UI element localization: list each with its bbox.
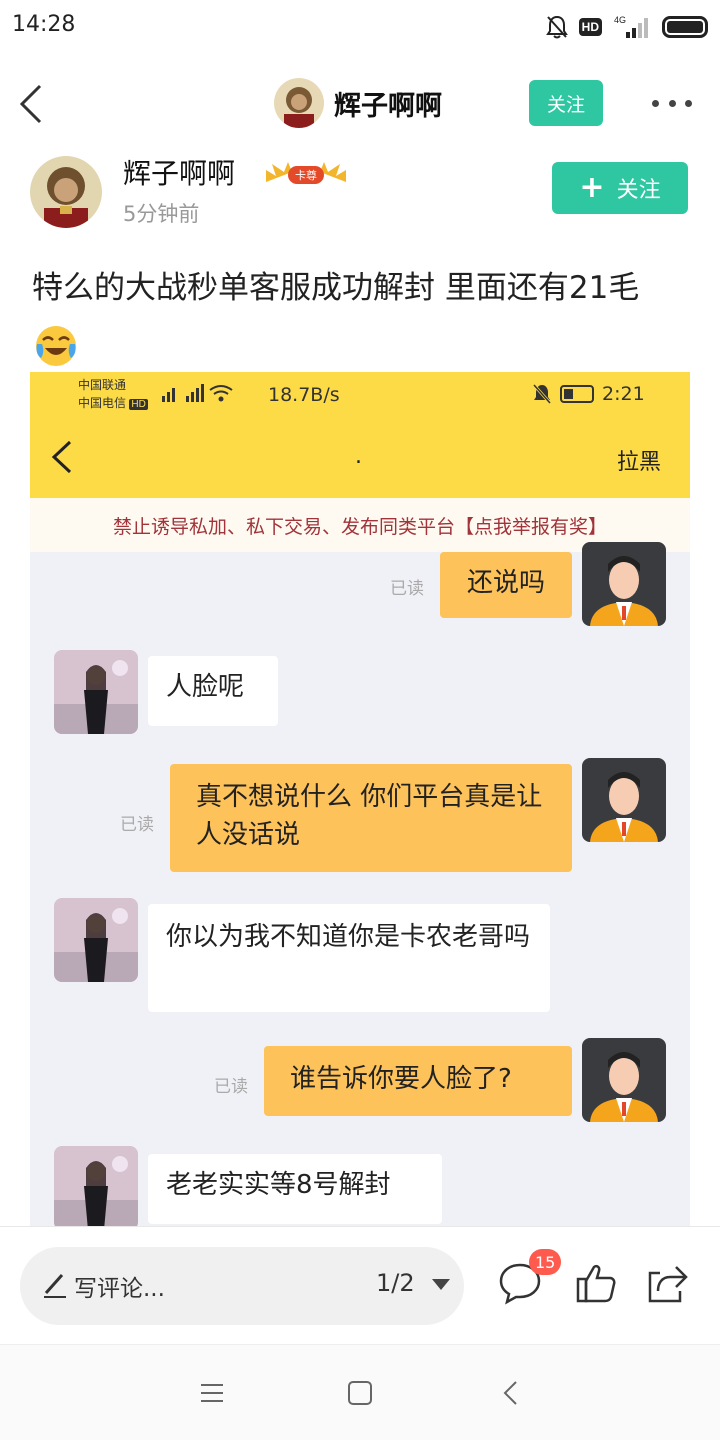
chat-back-icon	[51, 440, 72, 474]
post-time: 5分钟前	[123, 202, 200, 226]
mute-icon	[545, 15, 568, 39]
message-bubble-sent: 真不想说什么 你们平台真是让人没话说	[170, 764, 572, 872]
contact-avatar	[54, 650, 138, 734]
my-avatar	[582, 758, 666, 842]
follow-label: 关注	[616, 178, 661, 203]
read-status: 已读	[214, 1077, 248, 1097]
laughing-crying-emoji-icon	[36, 326, 76, 366]
author-name[interactable]: 辉子啊啊	[123, 152, 235, 192]
page-indicator[interactable]: 1/2	[376, 1269, 415, 1297]
signal-wifi-icon	[162, 384, 233, 402]
menu-icon[interactable]	[198, 1379, 226, 1407]
like-icon[interactable]	[572, 1259, 620, 1307]
contact-avatar	[54, 898, 138, 982]
contact-avatar	[54, 1146, 138, 1227]
network-speed: 18.7B/s	[268, 384, 340, 406]
header-title: 辉子啊啊	[334, 91, 442, 122]
header-avatar[interactable]	[274, 78, 324, 128]
system-navigation-bar	[0, 1344, 720, 1440]
svg-text:4G: 4G	[614, 15, 626, 25]
header-follow-button[interactable]: 关注	[529, 80, 603, 126]
follow-button[interactable]: + 关注	[552, 162, 688, 214]
back-arrow-icon[interactable]	[14, 82, 54, 126]
read-status: 已读	[390, 579, 424, 599]
block-button: 拉黑	[617, 450, 662, 475]
message-bubble-received: 你以为我不知道你是卡农老哥吗	[148, 904, 550, 1012]
share-icon[interactable]	[644, 1259, 692, 1307]
my-avatar	[582, 1038, 666, 1122]
read-status: 已读	[120, 815, 154, 835]
signal-4g-icon: 4G	[614, 15, 648, 38]
status-time: 14:28	[12, 12, 76, 37]
back-icon[interactable]	[498, 1379, 526, 1407]
home-icon[interactable]	[346, 1379, 374, 1407]
dropdown-triangle-icon[interactable]	[432, 1279, 450, 1290]
message-bubble-received: 老老实实等8号解封	[148, 1154, 442, 1224]
message-bubble-sent: 还说吗	[440, 552, 572, 618]
author-avatar[interactable]	[30, 156, 102, 228]
mute-icon	[532, 384, 552, 404]
hd-icon: HD	[578, 18, 602, 36]
chat-status-time: 2:21	[602, 383, 645, 405]
comment-input[interactable]: 写评论... 1/2	[20, 1247, 464, 1325]
chat-title: .	[355, 444, 362, 469]
my-avatar	[582, 542, 666, 626]
post-image-chat-screenshot[interactable]: 中国联通 中国电信 HD 18.7B/s 2:21 . 拉黑 禁止诱导私加、私下…	[30, 372, 690, 1227]
bottom-action-bar: 写评论... 1/2 15	[0, 1226, 720, 1344]
pen-icon	[44, 1274, 66, 1298]
chat-header: 中国联通 中国电信 HD 18.7B/s 2:21 . 拉黑	[30, 372, 690, 498]
post-text: 特么的大战秒单客服成功解封 里面还有21毛	[32, 270, 640, 306]
message-bubble-received: 人脸呢	[148, 656, 278, 726]
battery-icon	[662, 16, 708, 38]
vip-crown-badge: 卡尊	[266, 162, 346, 184]
status-icons: HD 4G	[545, 10, 708, 44]
message-bubble-sent: 谁告诉你要人脸了?	[264, 1046, 572, 1116]
more-options-icon[interactable]	[652, 90, 692, 116]
chat-status-right: 2:21	[532, 382, 682, 406]
battery-icon	[560, 385, 594, 403]
plus-icon: +	[579, 170, 605, 205]
status-bar: 14:28 HD 4G	[0, 0, 720, 56]
comment-placeholder: 写评论...	[74, 1276, 165, 1302]
svg-text:卡尊: 卡尊	[295, 168, 317, 182]
top-header: 辉子啊啊 关注	[0, 60, 720, 148]
carrier-info: 中国联通 中国电信 HD	[78, 378, 148, 410]
comment-count-badge: 15	[529, 1249, 562, 1275]
